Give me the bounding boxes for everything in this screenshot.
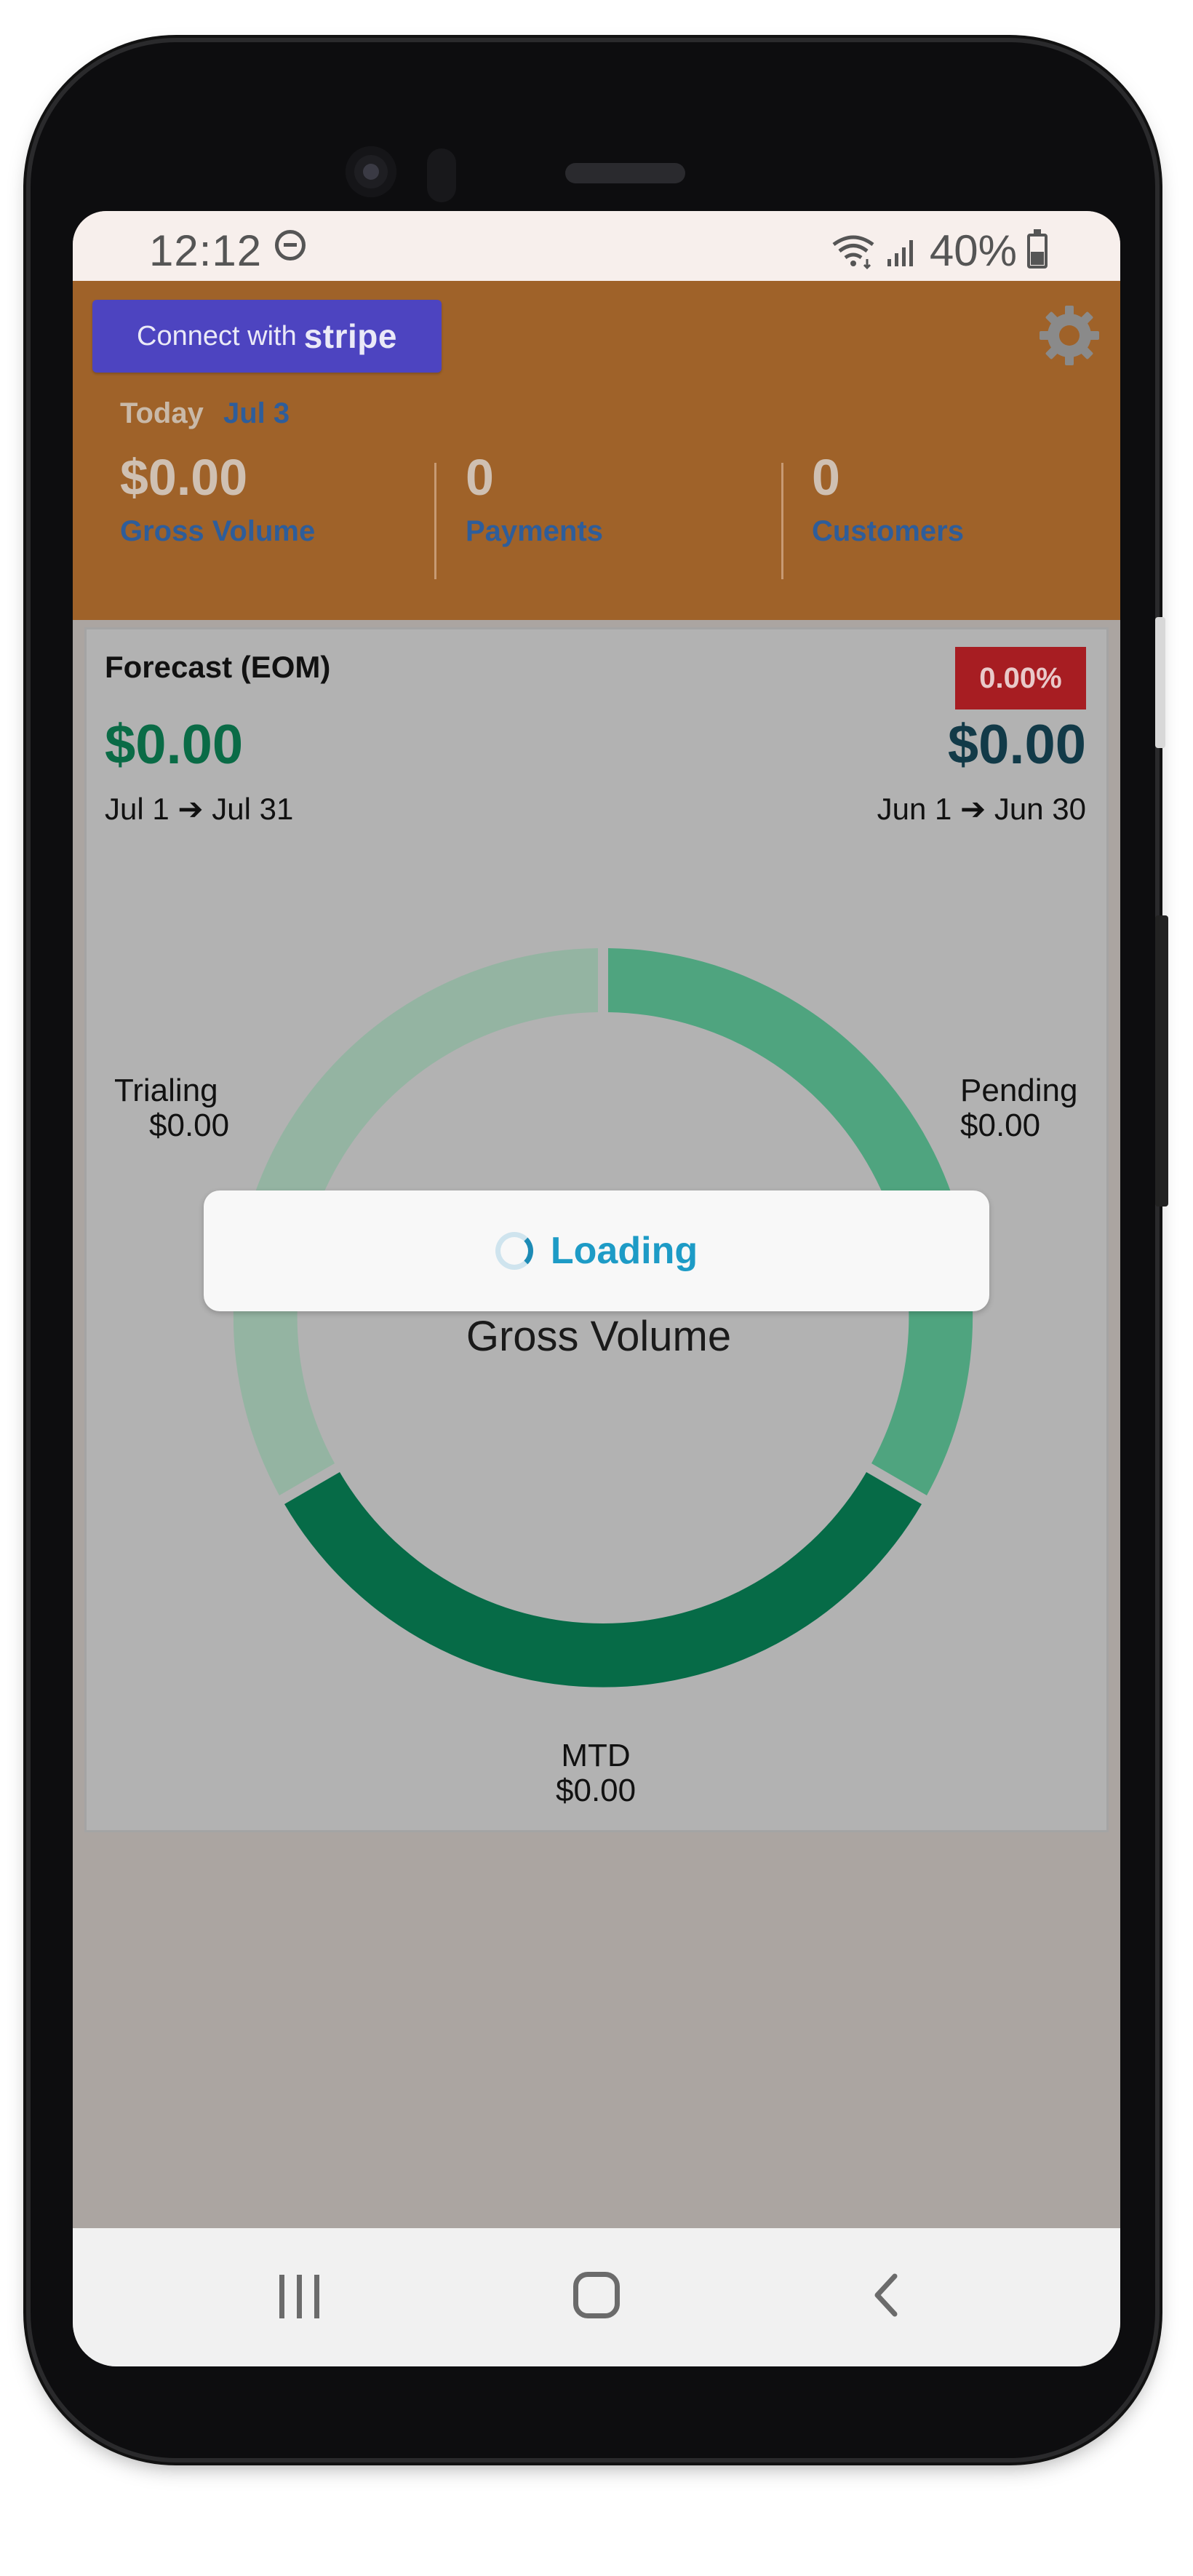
stat-divider [434, 463, 436, 579]
battery-icon [1027, 228, 1048, 269]
today-label: Today [120, 397, 204, 429]
today-row: Today Jul 3 [120, 397, 290, 430]
pending-legend: Pending $0.00 [960, 1073, 1077, 1143]
volume-button [1155, 617, 1165, 748]
gear-icon[interactable] [1037, 303, 1102, 368]
do-not-disturb-icon [275, 230, 306, 261]
status-bar: 12:12 40% [73, 211, 1120, 281]
mtd-legend: MTD $0.00 [556, 1738, 636, 1808]
stripe-logo: stripe [303, 317, 397, 355]
loading-text: Loading [550, 1230, 698, 1272]
stat-customers[interactable]: 0 Customers [812, 448, 964, 548]
donut-center-label: Gross Volume [466, 1313, 732, 1360]
summary-header: Connect with stripe Today Jul 3 $0.00 Gr… [73, 281, 1120, 620]
proximity-sensor [427, 148, 456, 202]
back-icon[interactable] [866, 2273, 909, 2317]
stat-label: Payments [466, 515, 603, 547]
signal-icon [887, 239, 913, 266]
stat-gross-volume[interactable]: $0.00 Gross Volume [120, 448, 315, 548]
earpiece-speaker [565, 163, 685, 183]
today-date: Jul 3 [223, 397, 290, 429]
recents-icon[interactable] [278, 2275, 322, 2318]
wifi-icon [832, 235, 874, 269]
stat-payments[interactable]: 0 Payments [466, 448, 603, 548]
connect-with-stripe-button[interactable]: Connect with stripe [92, 300, 442, 373]
mtd-value: $0.00 [556, 1773, 637, 1808]
stat-divider [781, 463, 783, 579]
loading-spinner-icon [495, 1232, 533, 1270]
stat-value: $0.00 [120, 449, 248, 506]
pending-label: Pending [960, 1073, 1078, 1108]
stat-value: 0 [812, 449, 840, 506]
stat-label: Customers [812, 515, 964, 547]
trialing-legend: Trialing $0.00 [114, 1073, 229, 1143]
stat-label: Gross Volume [120, 515, 316, 547]
mtd-label: MTD [561, 1738, 631, 1773]
system-navigation-bar [73, 2228, 1120, 2366]
trialing-value: $0.00 [149, 1108, 230, 1143]
home-icon[interactable] [573, 2272, 620, 2318]
pending-value: $0.00 [960, 1108, 1041, 1143]
power-button [1155, 915, 1168, 1206]
status-time: 12:12 [149, 226, 263, 275]
app-screen: 12:12 40% Connect with stripe Today Jul … [73, 211, 1120, 2366]
battery-percent: 40% [929, 226, 1017, 275]
trialing-label: Trialing [114, 1073, 218, 1108]
segment-mtd[interactable] [284, 1472, 922, 1687]
connect-label: Connect with [137, 320, 297, 351]
front-camera [346, 146, 396, 197]
loading-dialog: Loading [204, 1190, 989, 1311]
stat-value: 0 [466, 449, 494, 506]
